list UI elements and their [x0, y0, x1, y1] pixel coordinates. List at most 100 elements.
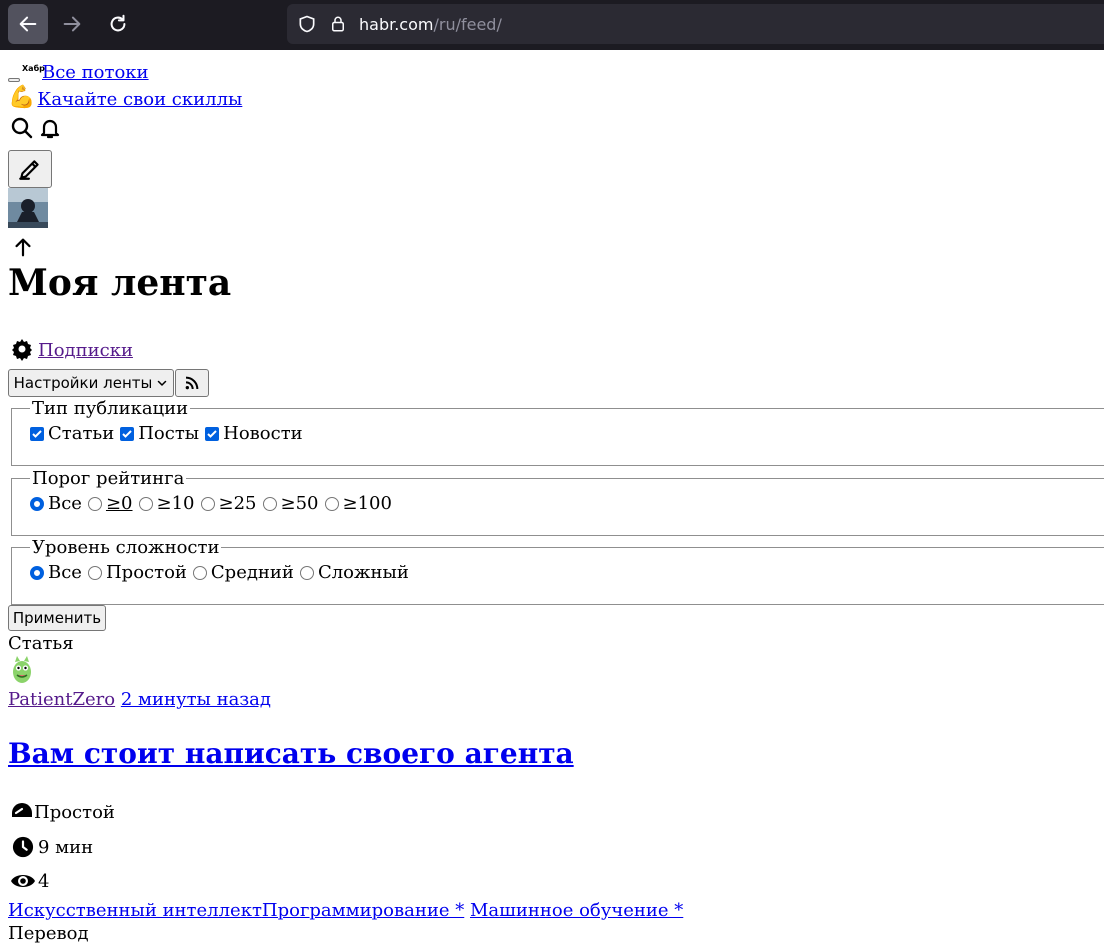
- option-label: Средний: [210, 562, 294, 583]
- all-flows-link[interactable]: Все потоки: [42, 62, 149, 83]
- url-host: habr.com: [359, 14, 434, 34]
- hub-link-programming[interactable]: Программирование *: [262, 900, 464, 921]
- radio-selected[interactable]: [30, 565, 44, 580]
- gear-icon[interactable]: [10, 337, 34, 361]
- type-news-option[interactable]: Новости: [205, 423, 303, 444]
- check-icon: [207, 429, 217, 438]
- option-label: Новости: [223, 423, 303, 444]
- search-icon[interactable]: [10, 116, 34, 140]
- radio[interactable]: [192, 565, 207, 580]
- skills-link[interactable]: Качайте свои скиллы: [37, 89, 242, 110]
- difficulty-hard-option[interactable]: Сложный: [299, 562, 409, 583]
- radio[interactable]: [262, 496, 277, 511]
- option-label: ≥100: [342, 493, 392, 514]
- flexed-biceps-icon: 💪: [8, 85, 36, 110]
- checkbox-checked[interactable]: [120, 426, 135, 441]
- difficulty-stat: Простой: [10, 801, 115, 823]
- reload-button[interactable]: [98, 4, 138, 44]
- option-label: Сложный: [317, 562, 409, 583]
- option-label: Все: [48, 562, 82, 583]
- publication-type-fieldset: Тип публикации Статьи Посты Новости: [11, 398, 1104, 466]
- difficulty-gauge-icon: [12, 803, 32, 817]
- hub-link-ai[interactable]: Искусственный интеллект: [8, 900, 262, 921]
- check-icon: [32, 429, 42, 438]
- rating-all-option[interactable]: Все: [30, 493, 82, 514]
- radio-selected[interactable]: [30, 496, 44, 511]
- hub-link-ml[interactable]: Машинное обучение *: [470, 900, 683, 921]
- author-link[interactable]: PatientZero: [8, 689, 115, 710]
- check-icon: [122, 429, 132, 438]
- feed-settings-label: Настройки ленты: [13, 374, 153, 392]
- reload-icon: [110, 14, 126, 32]
- bell-icon[interactable]: [38, 116, 62, 140]
- forward-button[interactable]: [52, 4, 92, 44]
- subscriptions-link[interactable]: Подписки: [38, 340, 133, 361]
- address-bar[interactable]: habr.com/ru/feed/: [287, 4, 1104, 44]
- rating-threshold-fieldset: Порог рейтинга Все ≥0 ≥10 ≥25 ≥50 ≥100: [11, 468, 1104, 536]
- difficulty-medium-option[interactable]: Средний: [192, 562, 294, 583]
- option-label: ≥25: [218, 493, 257, 514]
- back-button[interactable]: [8, 4, 48, 44]
- difficulty-legend: Уровень сложности: [32, 537, 220, 558]
- rating-threshold-legend: Порог рейтинга: [32, 468, 185, 489]
- post-time-link[interactable]: 2 минуты назад: [121, 689, 271, 710]
- url-path: /ru/feed/: [433, 14, 502, 34]
- write-post-button[interactable]: [8, 150, 52, 188]
- option-label: ≥50: [280, 493, 319, 514]
- radio[interactable]: [324, 496, 339, 511]
- option-label: Посты: [138, 423, 200, 444]
- radio[interactable]: [87, 565, 102, 580]
- rating-50-option[interactable]: ≥50: [262, 493, 319, 514]
- feed-settings-button[interactable]: Настройки ленты: [8, 369, 174, 397]
- page-title: Моя лента: [8, 262, 232, 304]
- arrow-up-icon[interactable]: [12, 236, 34, 258]
- option-label: Простой: [105, 562, 187, 583]
- post-title-link[interactable]: Вам стоит написать своего агента: [8, 737, 574, 770]
- publication-type-legend: Тип публикации: [32, 398, 189, 419]
- rating-25-option[interactable]: ≥25: [200, 493, 257, 514]
- user-avatar[interactable]: [8, 188, 48, 228]
- eye-icon: [11, 875, 35, 887]
- pen-icon: [19, 160, 39, 180]
- arrow-right-icon: [63, 16, 81, 32]
- rating-100-option[interactable]: ≥100: [324, 493, 392, 514]
- radio[interactable]: [87, 496, 102, 511]
- subscriptions-row: Подписки: [10, 337, 133, 361]
- option-label: Статьи: [48, 423, 115, 444]
- skills-promo: 💪 Качайте свои скиллы: [8, 85, 242, 111]
- rss-button[interactable]: [175, 369, 209, 397]
- header-icons: [10, 116, 62, 140]
- post-hubs: Искусственный интеллектПрограммирование …: [8, 900, 683, 921]
- views-stat: 4: [10, 870, 49, 892]
- radio[interactable]: [200, 496, 215, 511]
- menu-toggle-button[interactable]: [8, 78, 20, 82]
- rating-0-option[interactable]: ≥0: [87, 493, 133, 514]
- clock-icon: [12, 836, 34, 858]
- difficulty-easy-option[interactable]: Простой: [87, 562, 187, 583]
- difficulty-all-option[interactable]: Все: [30, 562, 82, 583]
- reading-time-stat: 9 мин: [12, 836, 93, 858]
- arrow-left-icon: [19, 16, 37, 32]
- difficulty-value: Простой: [34, 802, 115, 823]
- option-label: ≥10: [156, 493, 195, 514]
- shield-icon[interactable]: [297, 14, 317, 34]
- apply-button[interactable]: Применить: [8, 605, 106, 631]
- post-type-label: Статья: [8, 633, 74, 654]
- type-posts-option[interactable]: Посты: [120, 423, 199, 444]
- rating-10-option[interactable]: ≥10: [138, 493, 195, 514]
- translation-label: Перевод: [8, 923, 89, 944]
- checkbox-checked[interactable]: [205, 426, 220, 441]
- lock-icon[interactable]: [329, 14, 347, 34]
- option-label: ≥0: [105, 493, 133, 514]
- radio[interactable]: [299, 565, 314, 580]
- type-articles-option[interactable]: Статьи: [30, 423, 114, 444]
- checkbox-checked[interactable]: [30, 426, 44, 441]
- option-label: Все: [48, 493, 82, 514]
- difficulty-fieldset: Уровень сложности Все Простой Средний Сл…: [11, 537, 1104, 605]
- author-avatar[interactable]: [10, 655, 34, 689]
- reading-time-value: 9 мин: [38, 837, 94, 858]
- radio[interactable]: [138, 496, 153, 511]
- chevron-down-icon: [158, 380, 167, 386]
- views-value: 4: [38, 871, 50, 892]
- post-meta: PatientZero 2 минуты назад: [8, 689, 271, 710]
